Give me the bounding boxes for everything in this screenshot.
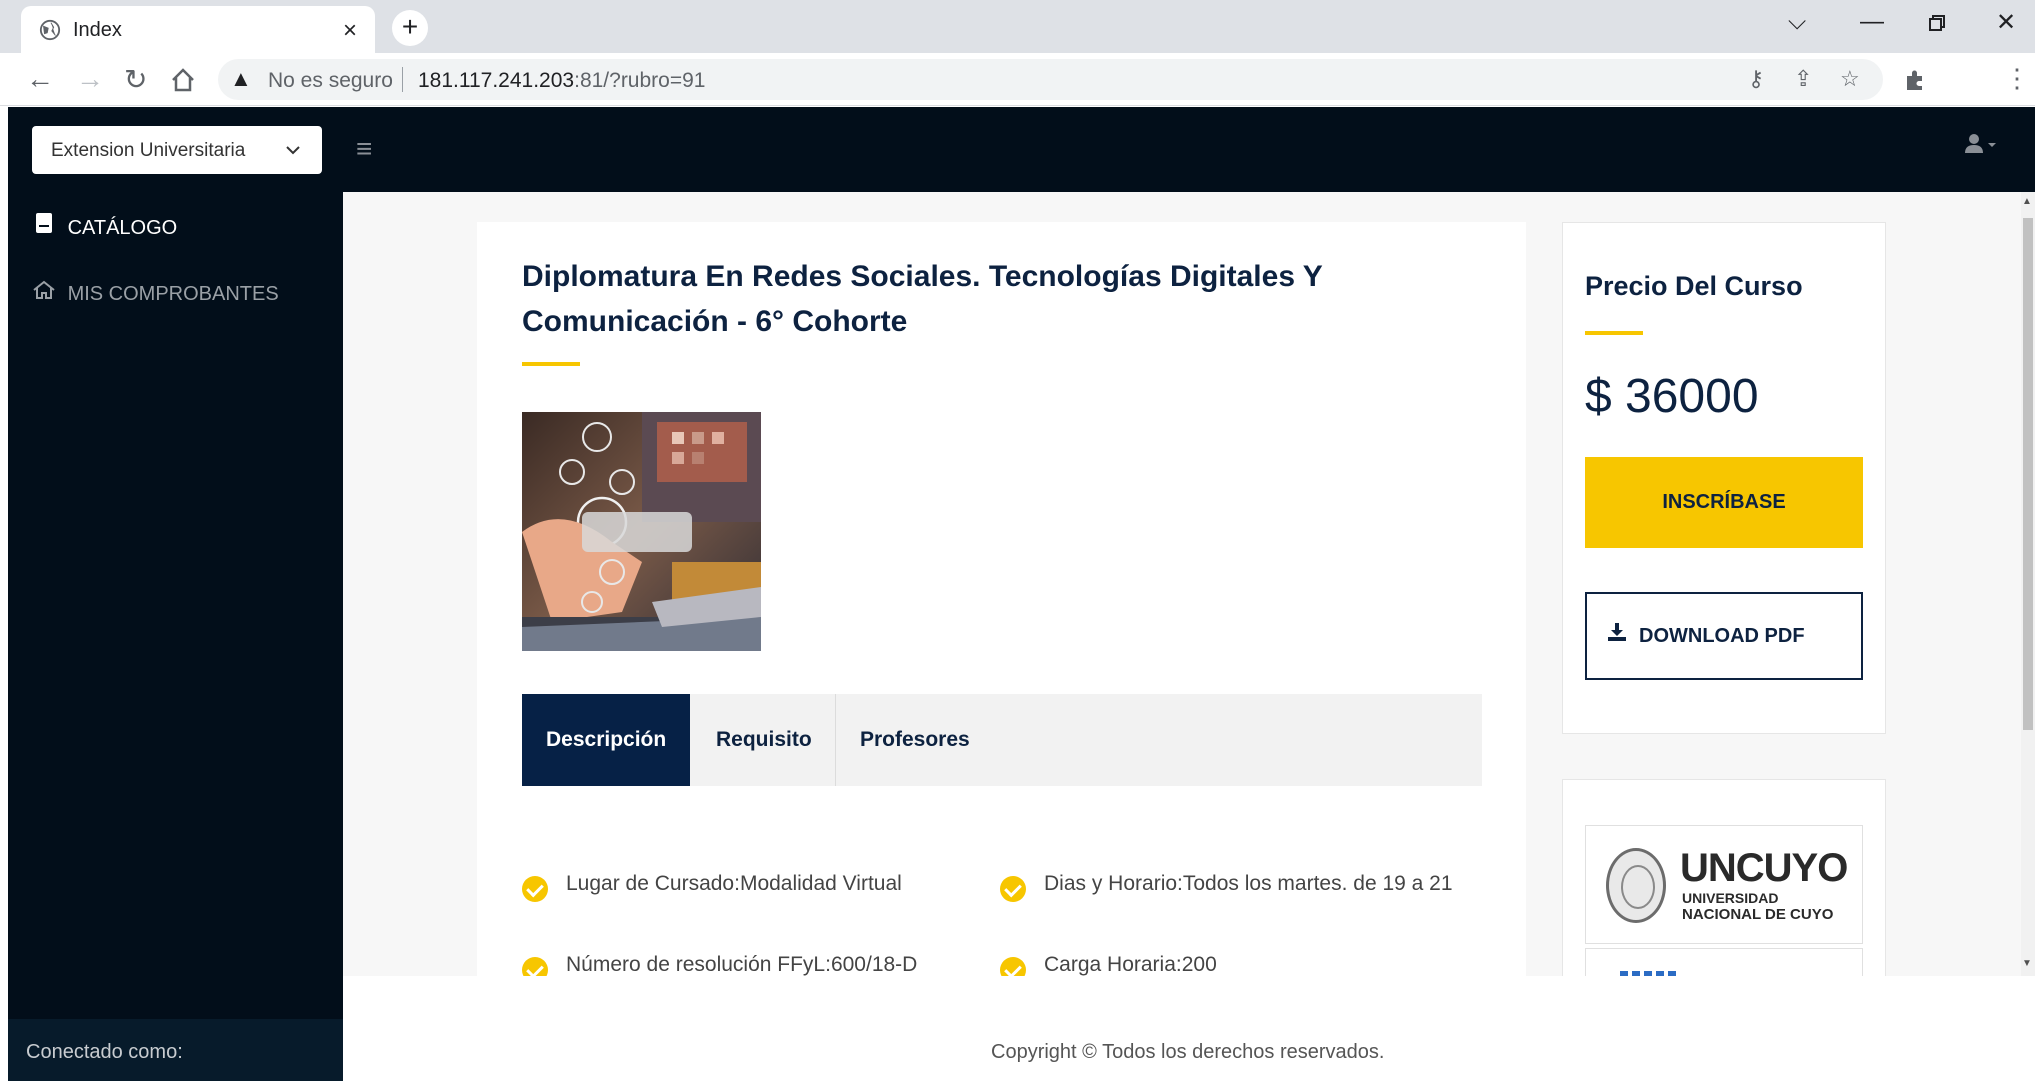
course-title: Diplomatura En Redes Sociales. Tecnologí… [522, 260, 1323, 338]
home-icon[interactable] [170, 67, 196, 93]
extensions-puzzle-icon[interactable] [1903, 68, 1927, 92]
omnibox-divider [402, 67, 403, 92]
uncuyo-seal [1606, 848, 1666, 923]
address-bar[interactable]: ▲ No es seguro 181.117.241.203:81/?rubro… [218, 59, 1883, 100]
price-underline [1585, 331, 1643, 335]
copyright-text: Copyright © Todos los derechos reservado… [991, 1041, 1385, 1063]
restore-icon[interactable] [1928, 14, 1946, 32]
sidebar-item-label: MIS COMPROBANTES [67, 283, 279, 305]
sidebar: CATÁLOGO MIS COMPROBANTES Conectado como… [8, 192, 343, 1081]
tab-requisito[interactable]: Requisito [692, 694, 836, 786]
share-icon[interactable]: ⇪ [1794, 66, 1812, 92]
main-content: Diplomatura En Redes Sociales. Tecnologí… [343, 192, 2035, 976]
detail-lugar: Lugar de Cursado:Modalidad Virtual [566, 872, 902, 895]
title-underline [522, 362, 580, 366]
security-label[interactable]: No es seguro [268, 69, 393, 93]
check-circle-icon [1000, 957, 1026, 976]
new-tab-button[interactable]: + [392, 10, 428, 46]
minimize-icon[interactable]: — [1860, 8, 1884, 36]
download-pdf-label: DOWNLOAD PDF [1639, 625, 1805, 647]
user-menu-icon[interactable] [1964, 133, 1998, 162]
sidebar-footer: Conectado como: [8, 1019, 343, 1081]
url-host: 181.117.241.203 [418, 69, 575, 92]
tab-close-icon[interactable]: × [343, 17, 357, 45]
window-close-icon[interactable]: ✕ [1996, 8, 2016, 37]
check-circle-icon [1000, 876, 1026, 902]
connected-as-label: Conectado como: [26, 1041, 183, 1063]
browser-tab[interactable]: Index × [21, 6, 375, 53]
detail-horario: Dias y Horario:Todos los martes. de 19 a… [1044, 872, 1453, 895]
key-icon[interactable]: ⚷ [1748, 66, 1764, 92]
partner-logo [1585, 948, 1863, 976]
tab-title: Index [73, 19, 122, 41]
uncuyo-logo-sub1: UNIVERSIDAD [1682, 890, 1779, 906]
tab-search-chevron-icon[interactable]: ⌵ [1788, 8, 1806, 36]
sponsor-logos-card: UNCUYO UNIVERSIDAD NACIONAL DE CUYO [1562, 779, 1886, 976]
tab-profesores[interactable]: Profesores [836, 694, 994, 786]
course-card: Diplomatura En Redes Sociales. Tecnologí… [477, 222, 1526, 976]
uncuyo-logo: UNCUYO UNIVERSIDAD NACIONAL DE CUYO [1585, 825, 1863, 944]
url-text[interactable]: 181.117.241.203:81/?rubro=91 [418, 69, 705, 93]
course-image [522, 412, 761, 651]
uncuyo-logo-text: UNCUYO [1680, 846, 1848, 890]
check-circle-icon [522, 957, 548, 976]
rubro-selected-value: Extension Universitaria [51, 140, 246, 161]
sidebar-item-label: CATÁLOGO [67, 217, 178, 239]
detail-carga-horaria: Carga Horaria:200 [1044, 953, 1217, 976]
scrollbar-thumb[interactable] [2023, 218, 2033, 730]
star-icon[interactable]: ☆ [1840, 66, 1860, 92]
download-icon [1608, 623, 1626, 641]
uncuyo-logo-sub2: NACIONAL DE CUYO [1682, 906, 1834, 923]
reload-icon[interactable]: ↻ [124, 63, 147, 96]
back-icon[interactable]: ← [26, 63, 54, 95]
home-icon [33, 280, 55, 299]
tab-descripcion[interactable]: Descripción [522, 694, 691, 786]
app-root: Index × + ⌵ — ✕ ← → ↻ ▲ No es seguro 181… [0, 0, 2035, 1081]
globe-icon [39, 19, 61, 41]
scroll-down-arrow-icon[interactable]: ▼ [2022, 958, 2032, 969]
sidebar-item-mis-comprobantes[interactable]: MIS COMPROBANTES [32, 280, 279, 306]
app-header: Extension Universitaria ≡ [8, 107, 2035, 192]
price-label: Precio Del Curso [1585, 271, 1803, 301]
browser-toolbar: ← → ↻ ▲ No es seguro 181.117.241.203:81/… [0, 53, 2035, 106]
user-icon [1965, 134, 1996, 153]
download-pdf-button[interactable]: DOWNLOAD PDF [1585, 592, 1863, 680]
menu-toggle-icon[interactable]: ≡ [356, 133, 372, 165]
check-circle-icon [522, 876, 548, 902]
sidebar-item-catalogo[interactable]: CATÁLOGO [32, 212, 177, 240]
chevron-down-icon [286, 146, 300, 155]
scroll-up-arrow-icon[interactable]: ▲ [2022, 196, 2032, 207]
price-card: Precio Del Curso $ 36000 INSCRÍBASE DOWN… [1562, 222, 1886, 734]
rubro-select[interactable]: Extension Universitaria [32, 126, 322, 174]
course-tabs: Descripción Requisito Profesores [522, 694, 1482, 786]
warning-icon[interactable]: ▲ [230, 66, 252, 92]
forward-icon[interactable]: → [76, 63, 104, 95]
browser-tab-bar: Index × + ⌵ — ✕ [0, 0, 2035, 53]
page-footer: Copyright © Todos los derechos reservado… [343, 976, 2035, 1081]
detail-resolucion: Número de resolución FFyL:600/18-D [566, 953, 918, 976]
enroll-button[interactable]: INSCRÍBASE [1585, 457, 1863, 548]
book-icon [36, 213, 52, 233]
url-path: :81/?rubro=91 [574, 69, 706, 92]
price-value: $ 36000 [1585, 370, 1759, 423]
browser-menu-icon[interactable]: ⋮ [2004, 63, 2030, 94]
